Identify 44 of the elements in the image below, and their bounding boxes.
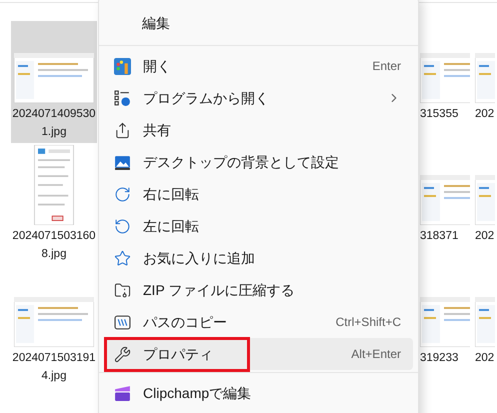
file-tile[interactable]: 318371 [420, 143, 472, 265]
file-name: 2024071503160 [12, 229, 96, 244]
clipchamp-icon [114, 384, 131, 402]
file-name: 202 [475, 229, 494, 244]
file-name: 318371 [420, 229, 458, 244]
share-icon [114, 122, 131, 138]
file-tile[interactable]: 2024071409530 1.jpg [11, 21, 97, 143]
wrench-icon [114, 346, 131, 362]
menu-item[interactable]: パスのコピー Ctrl+Shift+C [104, 306, 413, 338]
file-name: 4.jpg [42, 369, 66, 384]
file-name: 2024071503191 [12, 351, 96, 366]
menu-item[interactable]: 開く Enter [104, 50, 413, 82]
file-tile[interactable]: 315355 [420, 21, 472, 143]
list-icon [114, 90, 131, 106]
menu-item[interactable]: 左に回転 [104, 210, 413, 242]
file-name: 202 [475, 107, 494, 122]
menu-item[interactable]: お気に入りに追加 [104, 242, 413, 274]
wallpaper-icon [114, 154, 131, 170]
file-tile[interactable]: 202 [475, 265, 497, 387]
file-name: 319233 [420, 351, 458, 366]
menu-item[interactable]: 共有 [104, 114, 413, 146]
file-name: 202 [475, 351, 494, 366]
file-name: 8.jpg [42, 247, 66, 262]
menu-item[interactable]: Clipchampで編集 [104, 377, 413, 409]
menu-item[interactable]: プログラムから開く [104, 82, 413, 114]
menu-item[interactable]: ZIP ファイルに圧縮する [104, 274, 413, 306]
file-name: 1.jpg [42, 125, 66, 140]
file-tile[interactable]: 319233 [420, 265, 472, 387]
rotate-left-icon [114, 218, 131, 234]
file-name: 315355 [420, 107, 458, 122]
path-icon [114, 314, 131, 330]
file-tile[interactable]: 202 [475, 143, 497, 265]
star-icon [114, 250, 131, 266]
file-name: 2024071409530 [12, 107, 96, 122]
menu-item[interactable]: デスクトップの背景として設定 [104, 146, 413, 178]
menu-item[interactable]: 右に回転 [104, 178, 413, 210]
file-tile[interactable]: 2024071503191 4.jpg [11, 265, 97, 387]
menu-header: 編集 [142, 14, 170, 32]
paint-app-icon [114, 58, 131, 74]
menu-item[interactable]: プロパティ Alt+Enter [104, 338, 413, 370]
zip-folder-icon [114, 282, 131, 298]
file-tile[interactable]: 2024071503160 8.jpg [11, 143, 97, 265]
rotate-right-icon [114, 186, 131, 202]
file-tile[interactable]: 202 [475, 21, 497, 143]
